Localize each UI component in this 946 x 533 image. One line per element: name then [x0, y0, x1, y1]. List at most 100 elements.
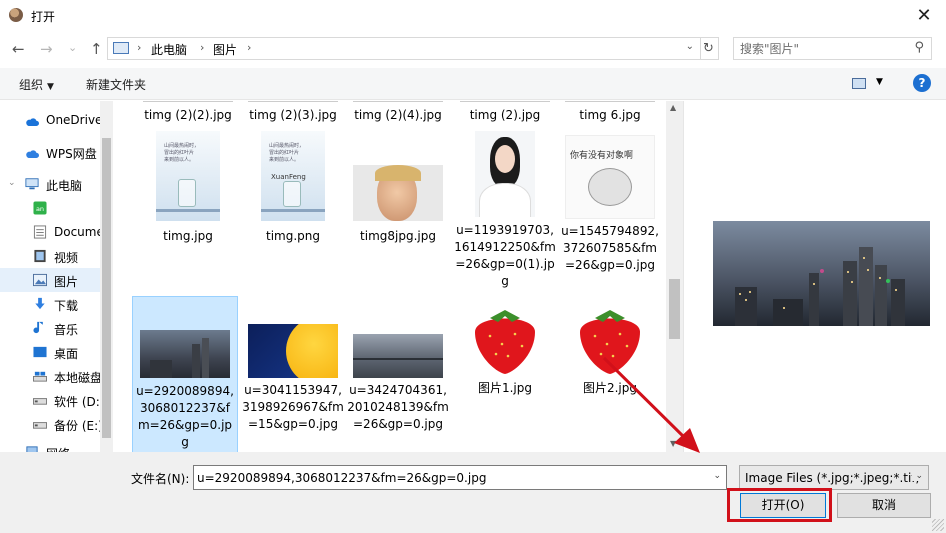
file-name: 图片1.jpg	[477, 381, 533, 395]
thumbnail-text: 山间最热闹时，	[269, 143, 305, 149]
sidebar-item-videos[interactable]: 视频	[0, 244, 100, 268]
file-thumbnail	[460, 304, 550, 376]
file-type-select[interactable]: Image Files (*.jpg;*.jpeg;*.tif; ⌄	[739, 465, 929, 490]
file-item[interactable]: 山间最热闹时， 冒出的红叶片 来到前以人。 timg.jpg	[135, 131, 241, 245]
file-item[interactable]: 山间最热闹时， 冒出的红叶片 来到前以人。 XuanFeng timg.png	[240, 131, 346, 245]
breadcrumb-this-pc[interactable]: 此电脑	[151, 41, 187, 58]
file-thumbnail: 山间最热闹时， 冒出的红叶片 来到前以人。 XuanFeng	[261, 131, 325, 221]
sidebar-item-desktop[interactable]: 桌面	[0, 340, 100, 364]
sidebar-item-drive-d[interactable]: 软件 (D:	[0, 388, 100, 412]
sidebar-item-documents[interactable]: Docume	[0, 220, 104, 244]
scroll-down-icon[interactable]: ▼	[670, 439, 676, 448]
thumbnail-text: 来到前以人。	[164, 157, 195, 163]
filename-input[interactable]	[194, 466, 694, 489]
help-icon[interactable]: ?	[913, 74, 931, 92]
computer-icon	[113, 42, 129, 54]
address-bar[interactable]: › 此电脑 › 图片 › ⌄	[107, 37, 701, 60]
sidebar-item-label: 软件 (D:	[54, 395, 100, 409]
new-folder-button[interactable]: 新建文件夹	[86, 76, 146, 93]
file-name: timg (2)(3).jpg	[249, 108, 337, 122]
sidebar-item-wps[interactable]: WPS网盘	[0, 140, 100, 164]
sidebar-item-label: 此电脑	[46, 179, 83, 193]
close-icon[interactable]: ✕	[910, 4, 938, 28]
file-thumbnail: 山间最热闹时， 冒出的红叶片 来到前以人。	[156, 131, 220, 221]
sidebar-item-label: 视频	[54, 251, 79, 265]
scrollbar-thumb[interactable]	[102, 138, 111, 438]
sidebar-item-onedrive[interactable]: OneDrive	[0, 108, 103, 132]
file-list: timg (2)(2).jpg timg (2)(3).jpg timg (2)…	[116, 101, 666, 452]
drive-icon	[33, 422, 47, 429]
sidebar-item-wechat[interactable]: an	[0, 196, 100, 220]
sidebar-item-label: 音乐	[54, 323, 79, 337]
refresh-button[interactable]: ↻	[699, 37, 719, 60]
file-name: timg (2)(4).jpg	[354, 108, 442, 122]
file-item[interactable]: timg8jpg.jpg	[345, 131, 451, 245]
file-name: u=3424704361,2010248139&fm=26&gp=0.jpg	[347, 383, 449, 431]
view-mode-icon[interactable]	[852, 78, 866, 89]
sidebar-item-label: OneDrive	[46, 113, 103, 127]
preview-image	[713, 221, 930, 326]
sidebar-item-this-pc[interactable]: ⌄ 此电脑	[0, 172, 100, 196]
computer-icon	[25, 178, 39, 190]
file-item[interactable]: timg 6.jpg	[557, 101, 663, 127]
wechat-icon: an	[33, 201, 47, 215]
file-item[interactable]: 图片1.jpg	[452, 296, 558, 397]
file-item[interactable]: u=3041153947,3198926967&fm=15&gp=0.jpg	[240, 296, 346, 433]
resize-grip-icon[interactable]	[932, 519, 944, 531]
sidebar-item-music[interactable]: 音乐	[0, 316, 100, 340]
file-name: timg.png	[266, 229, 320, 243]
file-item[interactable]: 你有没有对象啊 u=1545794892,372607585&fm=26&gp=…	[557, 131, 663, 274]
sidebar-item-label: 本地磁盘	[54, 371, 103, 385]
scrollbar-thumb[interactable]	[669, 279, 680, 339]
file-name: u=1545794892,372607585&fm=26&gp=0.jpg	[561, 224, 659, 272]
drive-icon	[33, 371, 47, 382]
sidebar-item-network[interactable]: 网络	[0, 440, 100, 452]
sun-shape	[286, 324, 338, 378]
search-input[interactable]	[734, 38, 904, 59]
sidebar-item-downloads[interactable]: 下载	[0, 292, 100, 316]
chevron-down-icon[interactable]: ⌄	[912, 471, 923, 481]
file-name: 图片2.jpg	[582, 381, 638, 395]
thumbnail-text: 来到前以人。	[269, 157, 300, 163]
file-type-value: Image Files (*.jpg;*.jpeg;*.tif;	[745, 471, 920, 485]
desktop-icon	[33, 346, 47, 358]
network-icon	[26, 446, 38, 452]
file-item[interactable]: timg (2).jpg	[452, 101, 558, 127]
breadcrumb-separator-icon: ›	[200, 41, 205, 54]
back-arrow-icon[interactable]: ←	[12, 40, 25, 58]
file-item[interactable]: u=3424704361,2010248139&fm=26&gp=0.jpg	[345, 296, 451, 433]
chevron-down-icon[interactable]: ⌄	[686, 41, 694, 52]
file-name: timg.jpg	[163, 229, 213, 243]
organize-button[interactable]: 组织 ▼	[19, 76, 54, 93]
chevron-down-icon[interactable]: ⌄	[8, 178, 16, 188]
cancel-button[interactable]: 取消	[837, 493, 931, 518]
sidebar-item-label: 桌面	[54, 347, 79, 361]
caret-down-icon[interactable]: ▼	[876, 77, 883, 87]
file-item[interactable]: u=1193919703,1614912250&fm=26&gp=0(1).jp…	[452, 131, 558, 290]
organize-label: 组织	[19, 78, 44, 92]
chevron-down-icon[interactable]: ⌄	[713, 471, 721, 481]
scroll-up-icon[interactable]: ▲	[670, 103, 676, 112]
window-title: 打开	[31, 10, 56, 24]
file-thumbnail: 你有没有对象啊	[565, 135, 655, 219]
file-item[interactable]: timg (2)(3).jpg	[240, 101, 346, 127]
file-name: timg8jpg.jpg	[360, 229, 436, 243]
file-item-selected[interactable]: u=2920089894,3068012237&fm=26&gp=0.jpg	[132, 296, 238, 452]
sidebar-scrollbar[interactable]	[100, 101, 113, 452]
file-item[interactable]: timg (2)(2).jpg	[135, 101, 241, 127]
file-list-scrollbar[interactable]: ▲ ▼	[666, 101, 683, 452]
sidebar-item-local-disk[interactable]: 本地磁盘	[0, 364, 103, 388]
recent-locations-icon[interactable]: ⌄	[68, 41, 77, 54]
up-arrow-icon[interactable]: ↑	[90, 40, 103, 58]
sidebar-item-drive-e[interactable]: 备份 (E:)	[0, 412, 103, 436]
app-icon	[9, 8, 23, 22]
sidebar-item-label: 图片	[54, 275, 79, 289]
forward-arrow-icon[interactable]: →	[40, 40, 53, 58]
breadcrumb-pictures[interactable]: 图片	[213, 41, 237, 58]
video-icon	[34, 249, 46, 263]
file-thumbnail	[475, 131, 535, 217]
sidebar-item-pictures[interactable]: 图片	[0, 268, 100, 292]
file-item[interactable]: 图片2.jpg	[557, 296, 663, 397]
search-icon[interactable]: ⚲	[914, 40, 924, 55]
file-item[interactable]: timg (2)(4).jpg	[345, 101, 451, 127]
